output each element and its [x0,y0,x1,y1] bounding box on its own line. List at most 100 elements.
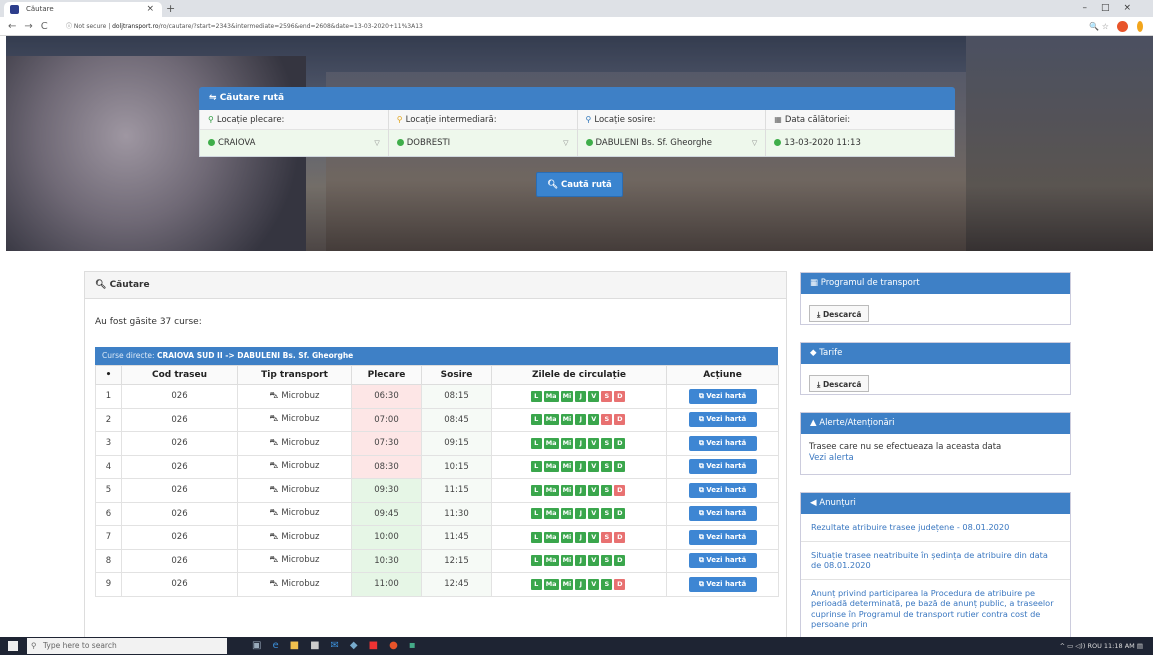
chrome-icon[interactable]: ● [389,640,409,651]
day-badge: D [614,508,626,520]
operating-days: L Ma Mi J V S D [491,384,667,409]
day-badge: Ma [543,484,559,496]
action-cell: ⧉ Vezi hartă [666,454,779,479]
view-map-button[interactable]: ⧉ Vezi hartă [688,506,757,522]
transport-type-cell: ⛍ Microbuz [237,501,352,526]
calendar-icon: ▦ [810,278,819,288]
view-map-button[interactable]: ⧉ Vezi hartă [688,388,757,404]
taskbar-app-icons[interactable]: ▣e■■✉◆■●▪ [252,640,427,652]
view-map-button[interactable]: ⧉ Vezi hartă [688,412,757,428]
edge-icon[interactable]: e [272,640,289,651]
table-row: 7 026 ⛍ Microbuz 10:00 11:45 L Ma Mi J V S D ⧉ Vezi h… [95,525,779,550]
new-tab-button[interactable]: + [166,0,175,17]
action-cell: ⧉ Vezi hartă [666,431,779,456]
action-cell: ⧉ Vezi hartă [666,407,779,432]
profile-icon[interactable] [1137,21,1143,32]
day-badge: Mi [560,461,574,473]
transport-type-cell: ⛍ Microbuz [237,525,352,550]
search-route-button[interactable]: 🔍︎ Caută rută [536,172,623,197]
day-badge: Mi [560,414,574,426]
routes-table: Curse directe: CRAIOVA SUD II -> DABULEN… [95,347,779,597]
search-icon: 🔍︎ [547,180,558,190]
acrobat-icon[interactable]: ■ [369,640,389,651]
day-badge: Ma [543,437,559,449]
column-header: Acțiune [666,365,779,385]
day-badge: L [530,508,542,520]
program-download-button[interactable]: ⤓ Descarcă [809,305,870,322]
day-badge: J [575,461,587,473]
news-item[interactable]: Rezultate atribuire trasee județene - 08… [801,514,1070,542]
os-taskbar: ⚲ Type here to search ▣e■■✉◆■●▪ ^ ▭ ◁)) R… [0,637,1153,655]
table-row: 5 026 ⛍ Microbuz 09:30 11:15 L Ma Mi J V S D ⧉ Vezi h… [95,478,779,503]
row-number: 6 [95,501,122,526]
departure-select[interactable]: CRAIOVA ▽ [200,130,388,156]
task-view-icon[interactable]: ▣ [252,640,272,651]
program-header: ▦ Programul de transport [801,273,1070,294]
browser-tab[interactable]: Căutare × [4,2,162,17]
date-input[interactable]: 13-03-2020 11:13 [766,130,954,156]
day-badge: Mi [560,555,574,567]
intermediate-select[interactable]: DOBRESTI ▽ [388,130,577,156]
security-indicator[interactable]: ⓘ Not secure [66,23,106,30]
zoom-bookmark-icon[interactable]: 🔍 ☆ [1089,22,1109,31]
app-icon[interactable]: ◆ [350,640,369,651]
extension-icon[interactable] [1117,21,1129,32]
day-badge: L [530,414,542,426]
store-icon[interactable]: ■ [310,640,330,651]
news-item[interactable]: Anunț privind participarea la Procedura … [801,580,1070,638]
app-icon[interactable]: ▪ [409,640,427,651]
day-badge: D [614,390,626,402]
departure-time: 09:45 [351,501,422,526]
route-code: 026 [121,572,238,597]
clock[interactable]: 11:18 AM [1104,642,1135,650]
alerts-header: ▲ Alerte/Atenționări [801,413,1070,434]
day-badge: D [614,437,626,449]
download-icon: ⤓ [817,380,821,389]
taskbar-search[interactable]: ⚲ Type here to search [27,638,227,654]
results-panel: 🔍︎ Căutare Au fost găsite 37 curse: Curs… [84,271,787,645]
program-panel: ▦ Programul de transport ⤓ Descarcă [800,272,1071,325]
row-number: 2 [95,407,122,432]
transport-type-cell: ⛍ Microbuz [237,572,352,597]
day-badge: J [575,390,587,402]
view-map-button[interactable]: ⧉ Vezi hartă [688,576,757,592]
arrival-time: 08:45 [421,407,492,432]
row-number: 8 [95,548,122,573]
transport-type-cell: ⛍ Microbuz [237,431,352,456]
column-header: Zilele de circulație [491,365,667,385]
mail-icon[interactable]: ✉ [331,640,350,651]
day-badge: Mi [560,484,574,496]
tab-close-icon[interactable]: × [146,2,154,17]
tarife-download-button[interactable]: ⤓ Descarcă [809,375,870,392]
view-map-button[interactable]: ⧉ Vezi hartă [688,435,757,451]
window-controls[interactable]: –□× [1082,0,1145,17]
url-field[interactable]: ⓘ Not secure | doljtransport.ro/ro/cauta… [66,20,1066,33]
view-alert-link[interactable]: Vezi alerta [809,453,1062,464]
arrival-time: 11:15 [421,478,492,503]
news-header: ◀ Anunțuri [801,493,1070,514]
view-map-button[interactable]: ⧉ Vezi hartă [688,482,757,498]
check-icon [585,139,593,146]
map-pin-icon: ⚲ [585,115,592,124]
language-indicator[interactable]: ROU [1087,642,1101,650]
nav-buttons[interactable]: ←→C [8,17,56,36]
address-actions[interactable]: 🔍 ☆ [1089,20,1143,33]
day-badge: L [530,437,542,449]
notifications-icon[interactable]: ▤ [1137,642,1143,650]
windows-start-icon[interactable] [8,641,18,651]
view-map-button[interactable]: ⧉ Vezi hartă [688,529,757,545]
tray-icons[interactable]: ^ ▭ ◁)) [1060,642,1086,650]
operating-days: L Ma Mi J V S D [491,407,667,432]
operating-days: L Ma Mi J V S D [491,501,667,526]
bus-icon: ⛍ [269,437,279,448]
day-badge: Mi [560,437,574,449]
arrival-select[interactable]: DABULENI Bs. Sf. Gheorghe ▽ [577,130,766,156]
browser-tab-strip: Căutare × + –□× [0,0,1153,17]
external-link-icon: ⧉ [698,532,704,541]
view-map-button[interactable]: ⧉ Vezi hartă [688,553,757,569]
view-map-button[interactable]: ⧉ Vezi hartă [688,459,757,475]
operating-days: L Ma Mi J V S D [491,548,667,573]
departure-time: 10:00 [351,525,422,550]
news-item[interactable]: Situație trasee neatribuite în ședința d… [801,542,1070,580]
folder-icon[interactable]: ■ [290,640,310,651]
